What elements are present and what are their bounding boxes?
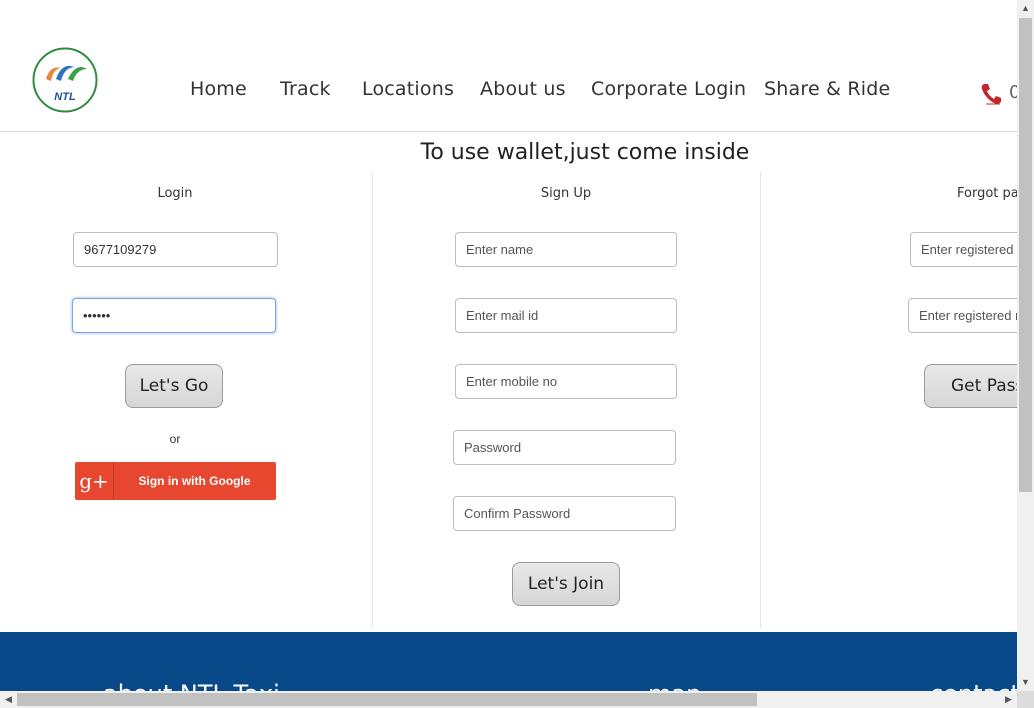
signup-name-input[interactable]	[455, 232, 677, 267]
signup-password-input[interactable]	[453, 430, 676, 465]
signup-confirm-password-input[interactable]	[453, 496, 676, 531]
vertical-scrollbar[interactable]: ▲ ▼	[1017, 0, 1034, 691]
site-header: NTL Home Track Locations About us Corpor…	[0, 0, 1017, 132]
logo-text: NTL	[54, 91, 76, 103]
signup-email-input[interactable]	[455, 298, 677, 333]
horizontal-scroll-thumb[interactable]	[17, 693, 757, 706]
column-divider	[760, 172, 761, 628]
phone-number[interactable]: 0	[1009, 82, 1017, 103]
nav-track[interactable]: Track	[280, 78, 331, 100]
google-signin-label: Sign in with Google	[138, 474, 251, 488]
footer-map-heading: map	[648, 680, 701, 691]
ntl-logo[interactable]: NTL	[32, 47, 98, 113]
footer-about-heading: about NTL Taxi	[103, 680, 280, 691]
get-password-button[interactable]: Get Pass	[924, 364, 1017, 408]
scroll-left-arrow-icon[interactable]: ◀	[0, 691, 17, 708]
site-footer: about NTL Taxi map contact	[0, 632, 1017, 691]
login-mobile-input[interactable]	[73, 232, 278, 267]
horizontal-scrollbar[interactable]: ◀ ▶	[0, 691, 1017, 708]
forgot-registered-input-2[interactable]	[908, 298, 1017, 333]
phone-icon	[980, 82, 1002, 111]
forgot-password-heading: Forgot pas	[957, 186, 1017, 201]
scroll-right-arrow-icon[interactable]: ▶	[1000, 691, 1017, 708]
signup-heading: Sign Up	[540, 186, 592, 201]
login-password-input[interactable]	[72, 298, 276, 333]
scrollbar-corner	[1017, 691, 1034, 708]
nav-about-us[interactable]: About us	[480, 78, 566, 100]
vertical-scroll-thumb[interactable]	[1019, 18, 1032, 492]
or-separator: or	[169, 432, 181, 446]
nav-locations[interactable]: Locations	[362, 78, 454, 100]
nav-home[interactable]: Home	[190, 78, 247, 100]
scroll-up-arrow-icon[interactable]: ▲	[1017, 0, 1034, 17]
lets-go-button[interactable]: Let's Go	[125, 364, 223, 408]
lets-join-button[interactable]: Let's Join	[512, 562, 620, 606]
nav-corporate-login[interactable]: Corporate Login	[591, 78, 746, 100]
column-divider	[372, 172, 373, 628]
scroll-down-arrow-icon[interactable]: ▼	[1017, 674, 1034, 691]
page-title: To use wallet,just come inside	[420, 140, 750, 165]
browser-viewport: NTL Home Track Locations About us Corpor…	[0, 0, 1017, 691]
google-plus-icon: g+	[75, 462, 114, 500]
nav-share-and-ride[interactable]: Share & Ride	[764, 78, 890, 100]
forgot-registered-input-1[interactable]	[910, 232, 1017, 267]
login-heading: Login	[157, 186, 193, 201]
signup-mobile-input[interactable]	[455, 364, 677, 399]
footer-contact-heading: contact	[930, 680, 1017, 691]
google-signin-button[interactable]: g+ Sign in with Google	[75, 462, 276, 500]
